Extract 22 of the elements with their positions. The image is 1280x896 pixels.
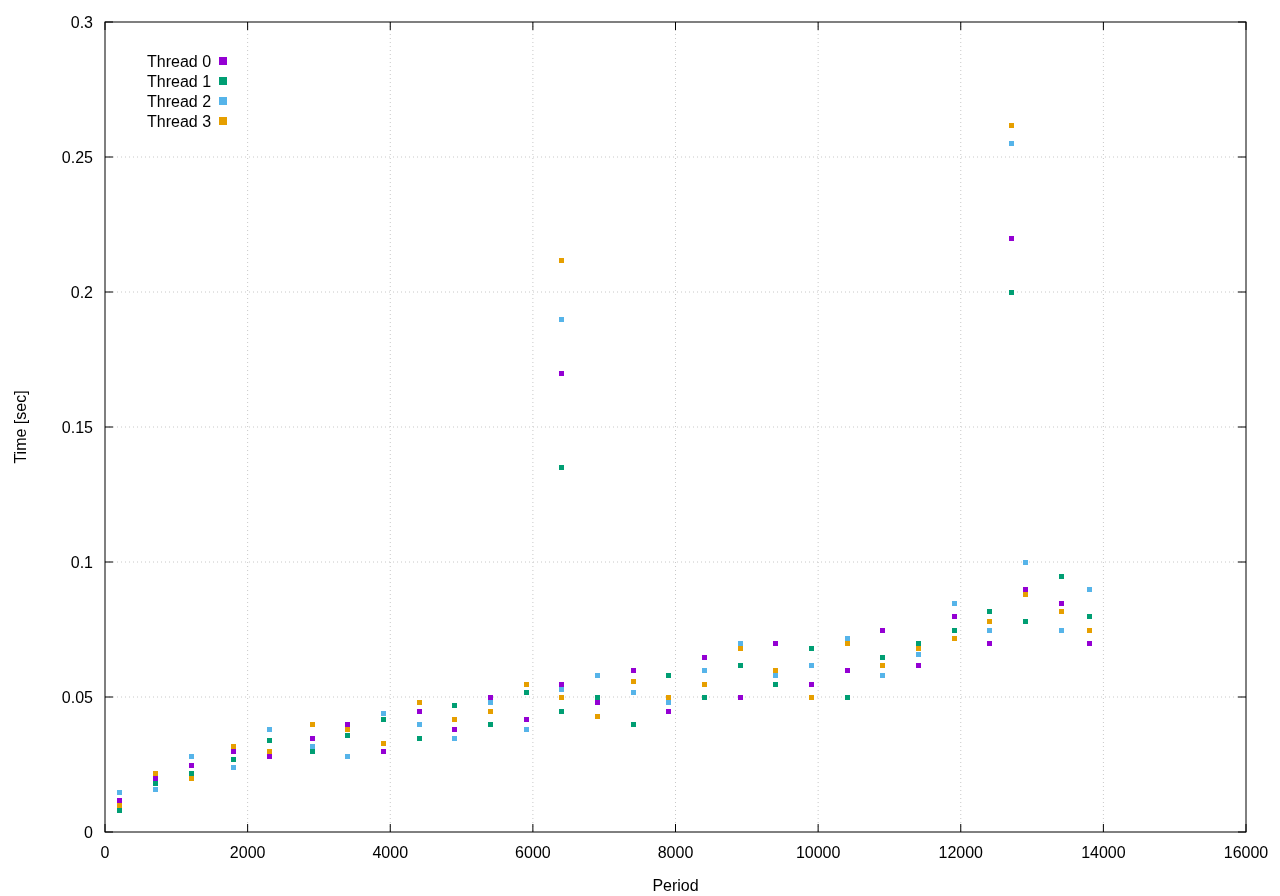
tick-label: 0.2 bbox=[70, 284, 93, 301]
tick-label: 0.15 bbox=[61, 419, 93, 436]
tick-label: 0.3 bbox=[70, 14, 93, 31]
y-axis-label: Time [sec] bbox=[12, 390, 29, 464]
x-axis-label: Period bbox=[652, 877, 699, 894]
tick-label: 4000 bbox=[372, 844, 409, 861]
tick-label: 16000 bbox=[1223, 844, 1269, 861]
tick-label: 0.25 bbox=[61, 149, 93, 166]
tick-label: 2000 bbox=[229, 844, 266, 861]
tick-label: 0 bbox=[100, 844, 110, 861]
legend-label: Thread 3 bbox=[147, 113, 212, 130]
tick-label: 0 bbox=[84, 824, 93, 841]
legend-label: Thread 2 bbox=[147, 93, 212, 110]
tick-label: 10000 bbox=[795, 844, 841, 861]
tick-label: 0.1 bbox=[70, 554, 93, 571]
tick-label: 14000 bbox=[1081, 844, 1126, 861]
tick-label: 12000 bbox=[938, 844, 983, 861]
legend-label: Thread 0 bbox=[147, 53, 212, 70]
tick-label: 8000 bbox=[657, 844, 694, 861]
tick-label: 0.05 bbox=[61, 689, 93, 706]
legend-label: Thread 1 bbox=[147, 73, 212, 90]
tick-label: 6000 bbox=[515, 844, 551, 861]
